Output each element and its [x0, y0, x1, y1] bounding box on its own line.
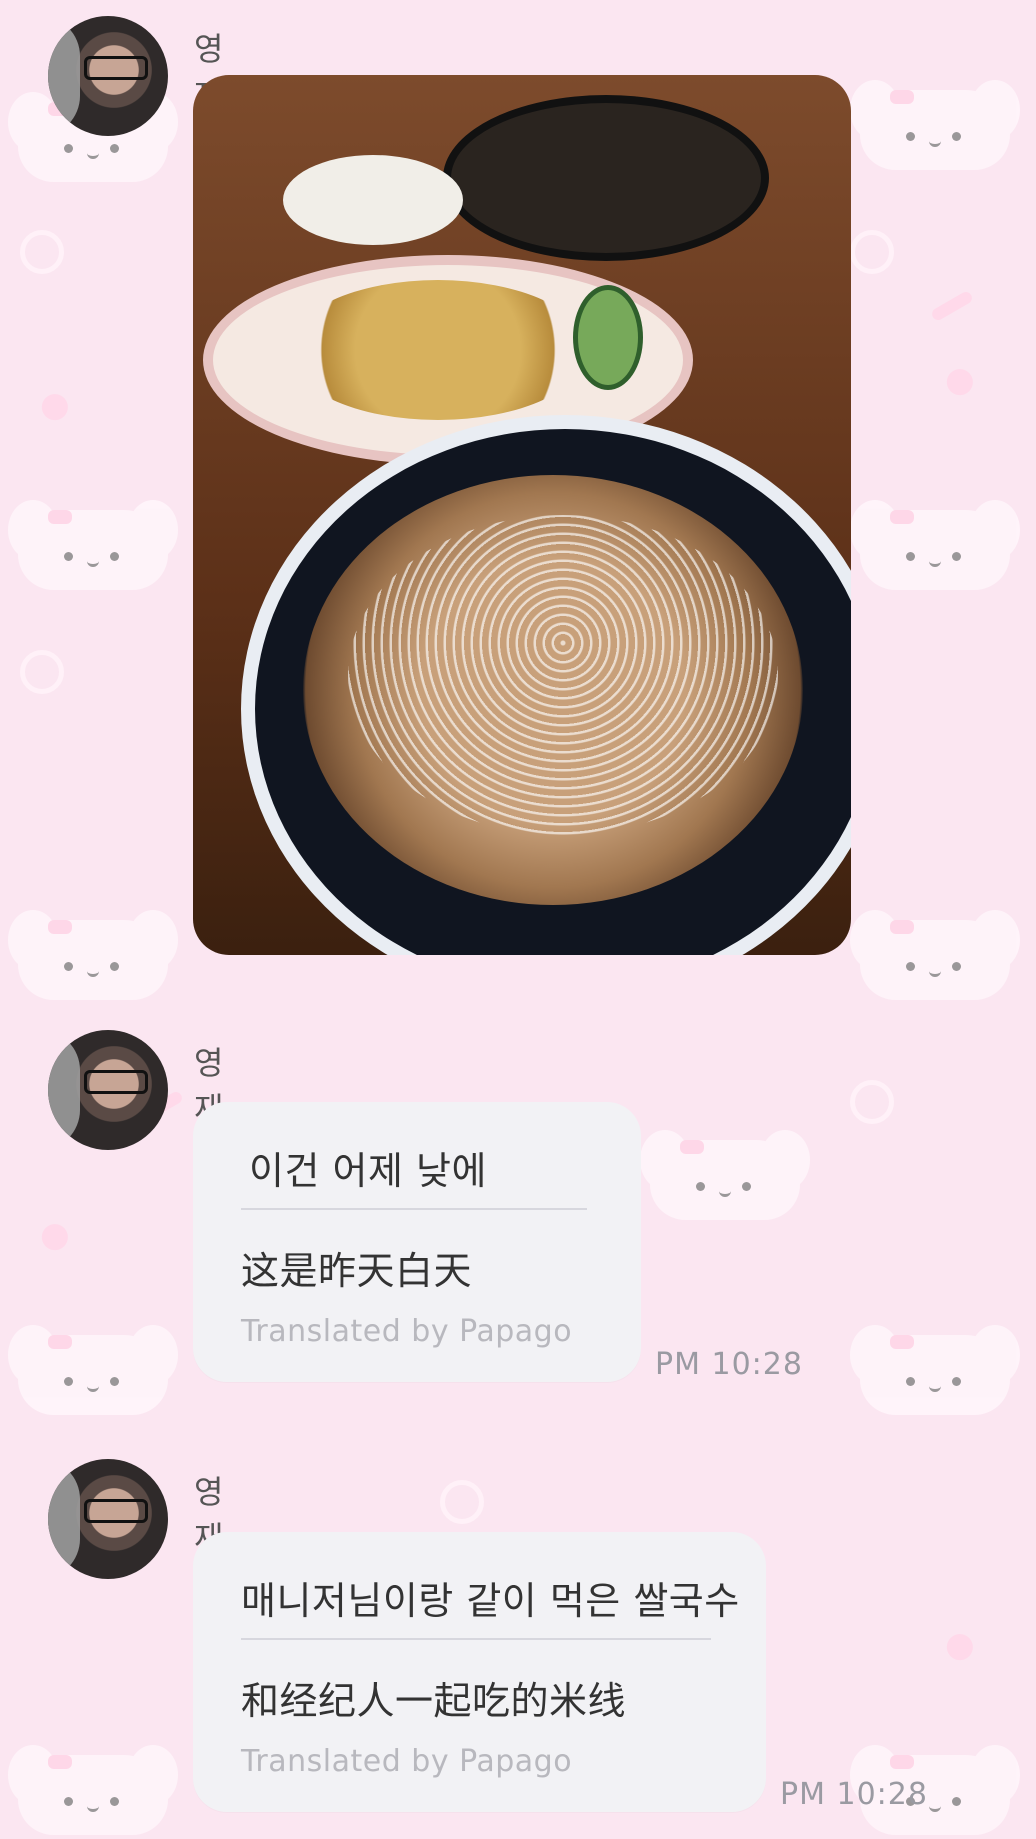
sender-avatar[interactable] [48, 1030, 168, 1150]
photo-fried-rice [288, 280, 588, 420]
message-time: PM 10:28 [780, 1777, 928, 1812]
puppy-sticker [8, 910, 178, 1000]
photo-noodles [348, 515, 778, 835]
puppy-sticker [640, 1130, 810, 1220]
translation-text: 和经纪人一起吃的米线 [241, 1679, 627, 1723]
translated-by-label: Translated by Papago [241, 1314, 573, 1349]
puppy-sticker [850, 910, 1020, 1000]
sender-avatar[interactable] [48, 16, 168, 136]
swirl-icon [20, 650, 64, 694]
translation-divider [241, 1208, 587, 1210]
paw-icon: ● [40, 385, 70, 425]
translated-by-label: Translated by Papago [241, 1744, 573, 1779]
translation-text: 这是昨天白天 [241, 1249, 473, 1293]
photo-cucumber [573, 285, 643, 390]
shared-photo[interactable] [193, 75, 851, 955]
photo-side-bowl [283, 155, 463, 245]
puppy-sticker [8, 1745, 178, 1835]
message-bubble[interactable]: 매니저님이랑 같이 먹은 쌀국수 和经纪人一起吃的米线 Translated b… [193, 1532, 766, 1812]
message-text: 이건 어제 낮에 [249, 1149, 487, 1193]
swirl-icon [20, 230, 64, 274]
swirl-icon [440, 1480, 484, 1524]
sender-avatar[interactable] [48, 1459, 168, 1579]
puppy-sticker [850, 1325, 1020, 1415]
photo-bowl [443, 95, 769, 261]
swirl-icon [850, 1080, 894, 1124]
puppy-sticker [850, 500, 1020, 590]
paw-icon: ● [945, 1625, 975, 1665]
puppy-sticker [8, 500, 178, 590]
paw-icon: ● [945, 360, 975, 400]
translation-divider [241, 1638, 711, 1640]
puppy-sticker [8, 1325, 178, 1415]
message-text: 매니저님이랑 같이 먹은 쌀국수 [241, 1579, 740, 1623]
paw-icon: ● [40, 1215, 70, 1255]
message-time: PM 10:28 [655, 1347, 803, 1382]
puppy-sticker [850, 80, 1020, 170]
bone-icon [929, 289, 975, 323]
message-bubble[interactable]: 이건 어제 낮에 这是昨天白天 Translated by Papago [193, 1102, 641, 1382]
swirl-icon [850, 230, 894, 274]
